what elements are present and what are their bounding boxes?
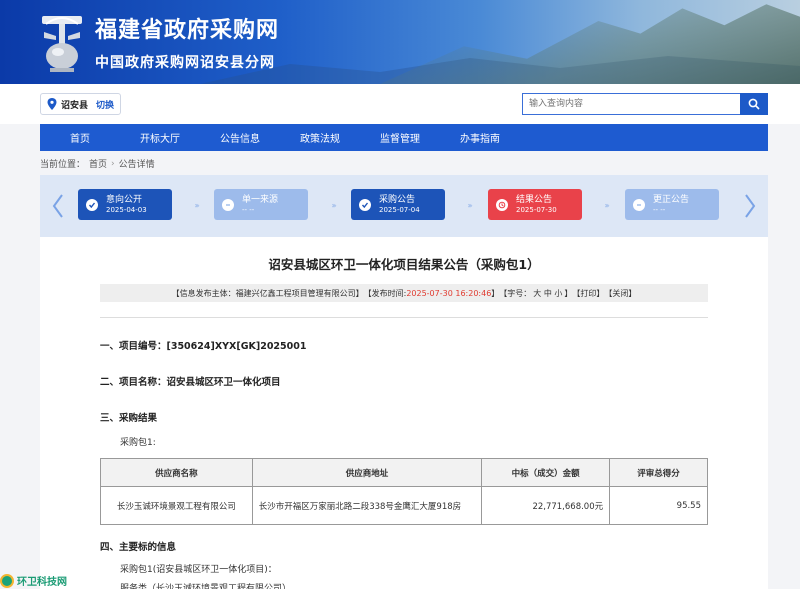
publish-time: 2025-07-30 16:20:46 [406,288,492,298]
timeline-step-single-source[interactable]: 单一来源 -- -- [214,189,308,220]
main-nav: 首页 开标大厅 公告信息 政策法规 监督管理 办事指南 [40,124,768,151]
search-icon [748,98,760,110]
article-container: 诏安县城区环卫一体化项目结果公告（采购包1） 【信息发布主体： 福建兴亿鑫工程项… [40,237,768,589]
location-pin-icon [47,98,57,110]
publisher-prefix: 【信息发布主体： [171,288,236,298]
timeline-prev-arrow-icon[interactable] [50,192,66,220]
timeline-connector: ››› [604,200,610,210]
result-table: 供应商名称 供应商地址 中标（成交）金额 评审总得分 长沙玉诚环境景观工程有限公… [100,458,708,525]
check-icon [86,198,98,211]
section-main-items: 四、主要标的信息 [100,542,177,553]
chevron-right-icon: › [111,158,115,169]
nav-item-bid-hall[interactable]: 开标大厅 [120,124,200,151]
package-label: 采购包1: [120,438,156,448]
supplier-name: 长沙玉诚环境景观工程有限公司 [100,486,253,525]
section-project-number: 一、项目编号：[350624]XYX[GK]2025001 [100,341,307,352]
nav-item-notices[interactable]: 公告信息 [200,124,280,151]
font-size-prefix: 【字号： [499,288,532,298]
timeline-next-arrow-icon[interactable] [742,192,758,220]
font-size-options[interactable]: 大 中 小 [533,288,562,299]
region-switch-link[interactable]: 切换 [96,98,114,111]
section-procurement-result: 三、采购结果 [100,413,158,424]
publish-time-prefix: 【发布时间: [363,288,407,298]
search-input[interactable] [522,93,740,115]
close-link[interactable]: 【关闭】 [604,288,636,299]
site-title: 福建省政府采购网 [95,18,280,43]
procurement-timeline: 意向公开 2025-04-03 ››› 单一来源 -- -- ››› 采购公告 … [40,175,768,237]
timeline-connector: ››› [467,200,473,210]
publisher-suffix: 】 [355,288,364,298]
timeline-step-date: 2025-07-30 [516,205,557,214]
table-header-row: 供应商名称 供应商地址 中标（成交）金额 评审总得分 [100,458,708,487]
timeline-step-date: 2025-07-04 [379,205,420,214]
nav-item-policies[interactable]: 政策法规 [280,124,360,151]
article-title: 诏安县城区环卫一体化项目结果公告（采购包1） [268,257,540,272]
check-icon [359,198,371,211]
main-items-line: 服务类（长沙玉诚环境景观工程有限公司） [120,584,292,589]
timeline-step-intent[interactable]: 意向公开 2025-04-03 [78,189,172,220]
timeline-step-label: 单一来源 [242,194,279,205]
dash-icon [222,198,234,211]
timeline-step-correction[interactable]: 更正公告 -- -- [625,189,719,220]
table-row: 长沙玉诚环境景观工程有限公司 长沙市开福区万家丽北路二段338号金鹰汇大厦918… [100,486,708,525]
search-button[interactable] [740,93,768,115]
main-items-line: 采购包1(诏安县城区环卫一体化项目)： [120,565,277,575]
region-selector[interactable]: 诏安县 切换 [40,93,122,115]
timeline-connector: ››› [194,200,200,210]
search-bar [522,93,768,115]
table-header: 供应商地址 [251,458,483,487]
timeline-step-procurement[interactable]: 采购公告 2025-07-04 [351,189,445,220]
site-banner: 福建省政府采购网 中国政府采购网诏安县分网 [0,0,800,84]
timeline-step-label: 采购公告 [379,194,416,205]
nav-item-supervision[interactable]: 监督管理 [360,124,440,151]
nav-item-guide[interactable]: 办事指南 [440,124,520,151]
section-project-name: 二、项目名称：诏安县城区环卫一体化项目 [100,377,281,388]
breadcrumb-home-link[interactable]: 首页 [89,157,107,170]
table-header: 中标（成交）金额 [481,458,611,487]
timeline-step-label: 意向公开 [106,194,143,205]
top-toolbar: 诏安县 切换 [0,84,800,124]
divider [100,317,708,318]
watermark-logo-icon [0,573,14,588]
print-link[interactable]: 【打印】 [572,288,604,299]
timeline-step-date: -- -- [653,205,666,214]
watermark: 环卫科技网 [0,572,67,589]
timeline-connector: ››› [331,200,337,210]
nav-item-home[interactable]: 首页 [40,124,120,151]
award-amount: 22,771,668.00元 [481,486,611,525]
timeline-step-result[interactable]: 结果公告 2025-07-30 [488,189,582,220]
supplier-address: 长沙市开福区万家丽北路二段338号金鹰汇大厦918房 [251,486,483,525]
table-header: 供应商名称 [100,458,253,487]
dash-icon [633,198,645,211]
publisher-name: 福建兴亿鑫工程项目管理有限公司 [235,288,356,298]
region-name: 诏安县 [61,100,89,111]
timeline-step-label: 更正公告 [653,194,690,205]
timeline-step-date: 2025-04-03 [106,205,147,214]
breadcrumb-current: 公告详情 [118,160,155,170]
article-info-bar: 【信息发布主体： 福建兴亿鑫工程项目管理有限公司 】 【发布时间: 2025-0… [100,284,708,302]
timeline-step-date: -- -- [242,205,255,214]
banner-mountain-decoration [380,4,800,84]
government-emblem-icon [42,16,82,72]
site-subtitle: 中国政府采购网诏安县分网 [95,55,275,71]
review-score: 95.55 [609,486,708,525]
breadcrumb-prefix: 当前位置： [40,160,86,170]
publish-time-suffix: 】 [491,288,500,298]
font-size-suffix: 】 [564,288,573,298]
timeline-step-label: 结果公告 [516,194,553,205]
table-header: 评审总得分 [609,458,708,487]
watermark-text: 环卫科技网 [17,577,67,588]
clock-icon [496,198,508,211]
breadcrumb: 当前位置： 首页 › 公告详情 [40,157,155,171]
